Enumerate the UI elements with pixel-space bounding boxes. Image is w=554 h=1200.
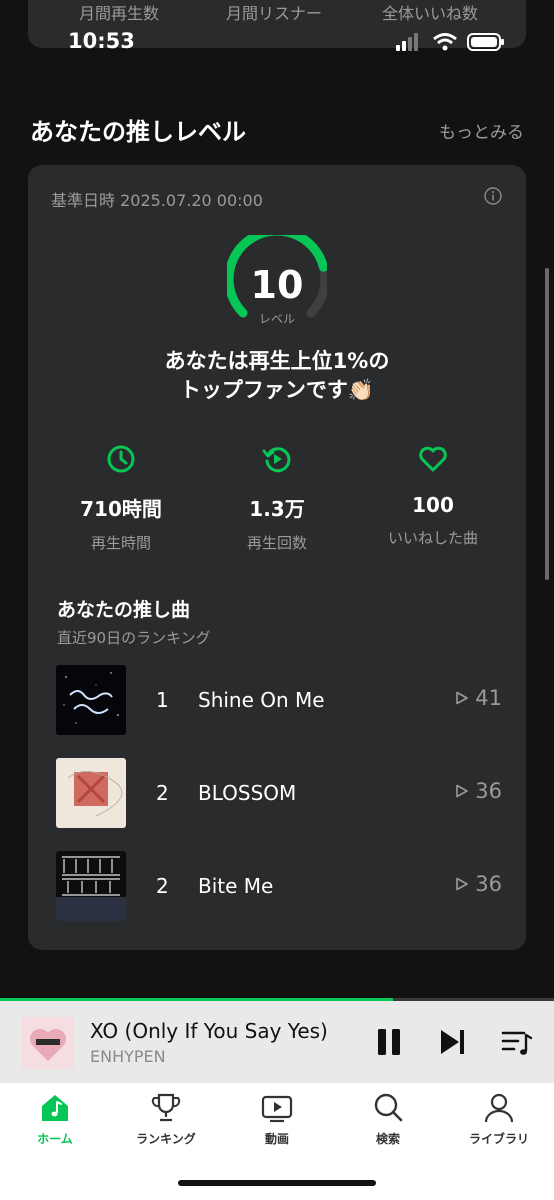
stat-label: 再生回数 xyxy=(246,534,307,552)
tab-search[interactable]: 検索 xyxy=(333,1091,443,1147)
song-plays: 41 xyxy=(455,686,502,710)
stat-play-time: 710時間 再生時間 xyxy=(51,443,191,553)
favorite-songs-title: あなたの推し曲 xyxy=(57,599,191,621)
status-time: 10:53 xyxy=(68,29,135,53)
now-playing-art-image xyxy=(22,1017,74,1069)
now-playing-title: XO (Only If You Say Yes) xyxy=(90,1019,328,1043)
song-row[interactable]: 1 Shine On Me 41 xyxy=(56,665,502,735)
play-outline-icon xyxy=(456,877,469,891)
video-icon xyxy=(261,1095,293,1123)
total-likes-label: 全体いいね数 xyxy=(382,4,479,23)
person-icon xyxy=(484,1093,514,1123)
song-row[interactable]: 2 BLOSSOM 36 xyxy=(56,758,502,828)
info-icon[interactable] xyxy=(484,187,502,205)
now-playing-art xyxy=(22,1017,74,1069)
home-icon xyxy=(42,1095,68,1121)
stat-value: 1.3万 xyxy=(249,497,305,521)
reference-date: 基準日時 2025.07.20 00:00 xyxy=(51,191,263,210)
heart-icon xyxy=(419,446,447,472)
album-art xyxy=(56,758,126,828)
scrollbar[interactable] xyxy=(545,268,549,580)
trophy-icon xyxy=(151,1093,181,1122)
song-plays: 36 xyxy=(455,779,502,803)
song-rank: 2 xyxy=(156,874,169,898)
favorite-songs-subtitle: 直近90日のランキング xyxy=(57,629,211,647)
song-title: Bite Me xyxy=(198,874,274,898)
play-count: 36 xyxy=(475,872,502,896)
stat-value: 710時間 xyxy=(80,497,162,521)
tab-label: ライブラリ xyxy=(468,1132,529,1146)
level-value: 10 xyxy=(250,263,304,307)
play-count: 41 xyxy=(475,686,502,710)
pause-icon[interactable] xyxy=(372,1025,406,1059)
queue-icon[interactable] xyxy=(500,1025,534,1059)
message-line-2: トップファンです👏🏻 xyxy=(179,378,375,402)
play-outline-icon xyxy=(456,691,469,705)
play-count: 36 xyxy=(475,779,502,803)
see-more-link[interactable]: もっとみる xyxy=(439,118,524,143)
level-label: レベル xyxy=(258,312,295,326)
play-outline-icon xyxy=(456,784,469,798)
song-title: Shine On Me xyxy=(198,688,325,712)
stat-value: 100 xyxy=(412,493,454,517)
song-title: BLOSSOM xyxy=(198,781,297,805)
fan-level-card: 基準日時 2025.07.20 00:00 10 レベル あなたは再生上位1%の… xyxy=(28,165,526,950)
stat-label: 再生時間 xyxy=(90,534,151,552)
tab-video[interactable]: 動画 xyxy=(222,1091,332,1147)
stat-label: いいねした曲 xyxy=(387,529,478,547)
home-indicator xyxy=(178,1180,376,1186)
album-art-image xyxy=(56,856,126,921)
mini-player[interactable]: XO (Only If You Say Yes) ENHYPEN xyxy=(0,1001,554,1083)
tab-library[interactable]: ライブラリ xyxy=(444,1091,554,1147)
tab-label: 動画 xyxy=(264,1132,289,1146)
replay-icon xyxy=(262,447,291,473)
tab-label: 検索 xyxy=(375,1132,400,1146)
album-art-image xyxy=(67,771,123,817)
song-rank: 2 xyxy=(156,781,169,805)
monthly-listeners-label: 月間リスナー xyxy=(226,4,323,23)
album-art xyxy=(56,851,126,921)
song-rank: 1 xyxy=(156,688,169,712)
song-row[interactable]: 2 Bite Me 36 xyxy=(56,851,502,921)
status-icons xyxy=(396,31,506,53)
section-title: あなたの推しレベル xyxy=(30,118,246,146)
signal-wifi-battery-icon xyxy=(396,33,504,51)
now-playing-artist: ENHYPEN xyxy=(90,1047,166,1066)
tab-label: ホーム xyxy=(37,1132,73,1146)
tab-label: ランキング xyxy=(136,1132,196,1146)
album-art-image xyxy=(63,672,119,724)
stat-play-count: 1.3万 再生回数 xyxy=(207,443,347,553)
tab-home[interactable]: ホーム xyxy=(0,1091,110,1147)
song-plays: 36 xyxy=(455,872,502,896)
clock-icon xyxy=(107,445,135,473)
top-fan-message: あなたは再生上位1%の トップファンです👏🏻 xyxy=(28,347,526,405)
stat-liked-songs: 100 いいねした曲 xyxy=(363,443,503,548)
search-icon xyxy=(374,1093,403,1122)
skip-next-icon[interactable] xyxy=(436,1025,470,1059)
monthly-plays-label: 月間再生数 xyxy=(79,4,160,23)
message-line-1: あなたは再生上位1%の xyxy=(164,349,390,373)
album-art xyxy=(56,665,126,735)
tab-ranking[interactable]: ランキング xyxy=(111,1091,221,1147)
